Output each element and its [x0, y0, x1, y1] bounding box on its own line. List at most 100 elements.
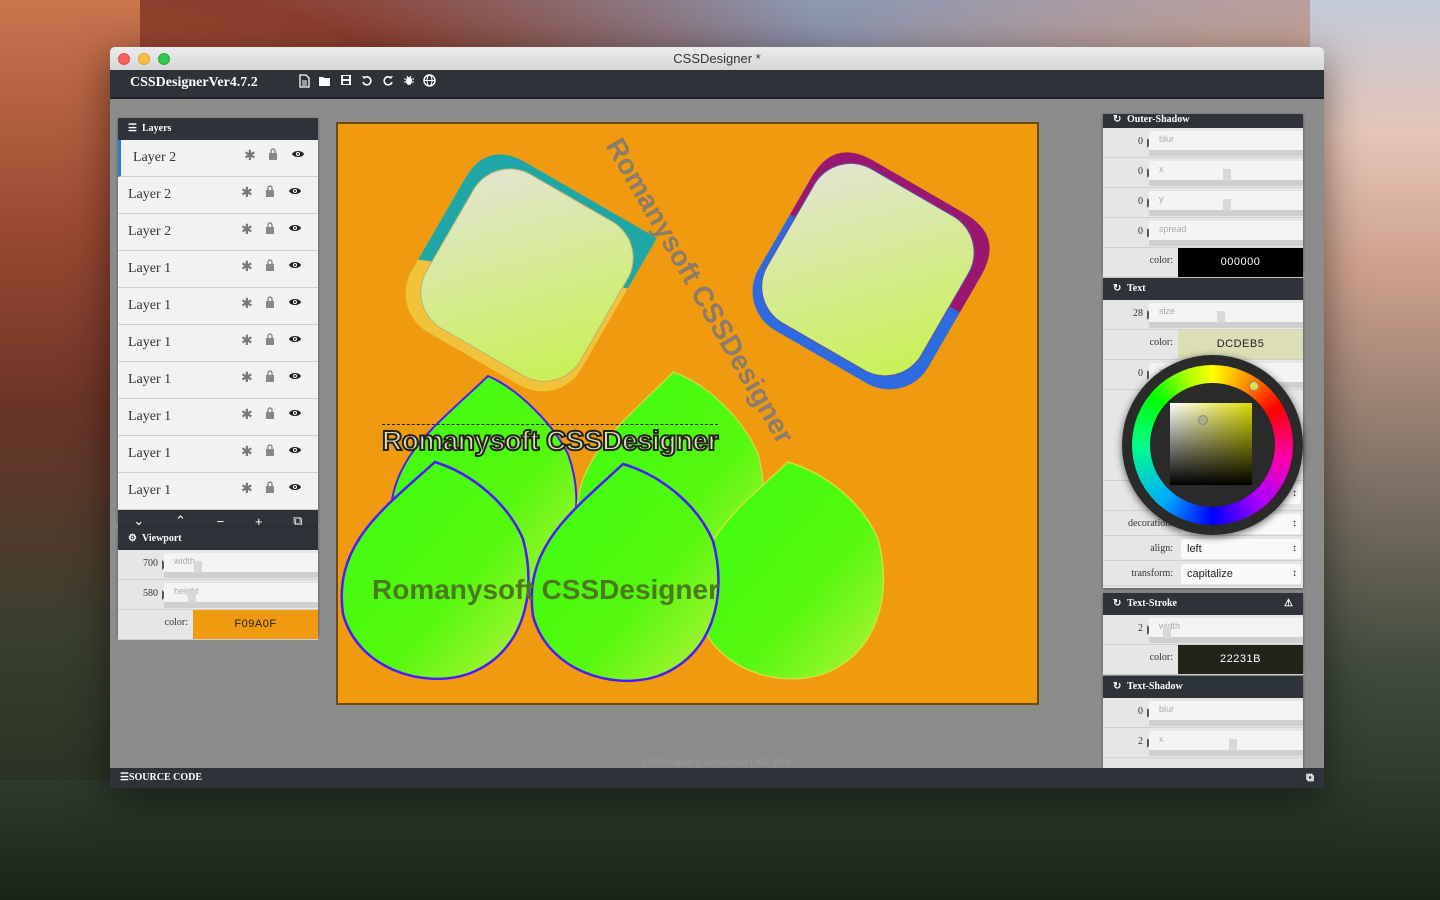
layer-row[interactable]: Layer 1 ✱: [118, 251, 318, 288]
slider-thumb[interactable]: [194, 561, 202, 573]
eye-icon[interactable]: [288, 222, 302, 238]
shadow-blur-slider[interactable]: blur: [1149, 131, 1303, 156]
eye-icon[interactable]: [288, 333, 302, 349]
lock-icon[interactable]: [265, 370, 275, 387]
layer-name: Layer 1: [128, 409, 172, 424]
open-folder-icon[interactable]: [317, 74, 332, 90]
saturation-handle[interactable]: [1198, 415, 1208, 425]
lock-icon[interactable]: [268, 148, 278, 165]
layer-row[interactable]: Layer 1 ✱: [118, 325, 318, 362]
reset-icon[interactable]: ↻: [1113, 593, 1127, 615]
eye-icon[interactable]: [291, 148, 305, 164]
lock-icon[interactable]: [265, 222, 275, 239]
lock-icon[interactable]: [265, 407, 275, 424]
asterisk-icon[interactable]: ✱: [241, 370, 253, 387]
globe-icon[interactable]: [422, 74, 437, 90]
shadow-color-swatch[interactable]: 000000: [1178, 248, 1303, 277]
stroke-width-value: 2: [1138, 623, 1143, 634]
reset-icon[interactable]: ↻: [1113, 114, 1127, 126]
eye-icon[interactable]: [288, 185, 302, 201]
eye-icon[interactable]: [288, 444, 302, 460]
eye-icon[interactable]: [288, 296, 302, 312]
eye-icon[interactable]: [288, 259, 302, 275]
text-shadow-blur-slider[interactable]: blur: [1149, 701, 1303, 726]
blur-label: blur: [1159, 704, 1175, 714]
duplicate-layer-icon[interactable]: ⧉: [293, 513, 302, 529]
transform-select[interactable]: capitalize: [1181, 564, 1301, 584]
layer-row[interactable]: Layer 2 ✱: [118, 214, 318, 251]
color-picker-popup[interactable]: [1122, 355, 1303, 535]
reset-icon[interactable]: ↻: [1113, 676, 1127, 698]
viewport-height-slider[interactable]: height: [164, 583, 318, 608]
lock-icon[interactable]: [265, 185, 275, 202]
slider-thumb[interactable]: [1229, 739, 1237, 751]
redo-icon[interactable]: [380, 74, 395, 90]
stroke-color-swatch[interactable]: 22231B: [1178, 645, 1303, 674]
text-shadow-header: ↻ Text-Shadow: [1103, 676, 1303, 698]
text-shadow-x-slider[interactable]: x: [1149, 731, 1303, 756]
layer-row[interactable]: Layer 1 ✱: [118, 362, 318, 399]
color-label: color:: [164, 617, 188, 628]
add-layer-icon[interactable]: +: [255, 514, 263, 529]
save-icon[interactable]: [338, 74, 353, 90]
layer-row[interactable]: Layer 1 ✱: [118, 399, 318, 436]
slider-thumb[interactable]: [188, 591, 196, 603]
lock-icon[interactable]: [265, 333, 275, 350]
viewport-color-swatch[interactable]: F09A0F: [193, 610, 318, 639]
lock-icon[interactable]: [265, 444, 275, 461]
reset-icon[interactable]: ↻: [1113, 278, 1127, 300]
selected-text-layer[interactable]: Romanysoft CSSDesigner: [381, 424, 719, 457]
viewport-width-slider[interactable]: width: [164, 553, 318, 578]
slider-thumb[interactable]: [1223, 169, 1231, 181]
slider-thumb[interactable]: [1217, 311, 1225, 323]
source-code-bar[interactable]: ☰SOURCE CODE ⧉: [110, 768, 1324, 788]
remove-layer-icon[interactable]: −: [217, 514, 225, 529]
layer-row[interactable]: Layer 1 ✱: [118, 436, 318, 473]
move-up-icon[interactable]: ⌃: [175, 513, 186, 529]
slider-thumb[interactable]: [1163, 626, 1171, 638]
text-size-slider[interactable]: size: [1149, 303, 1303, 328]
y-value: 0: [1138, 196, 1143, 207]
hue-handle[interactable]: [1249, 381, 1259, 391]
undo-icon[interactable]: [359, 74, 374, 90]
text-color-swatch[interactable]: DCDEB5: [1178, 330, 1303, 359]
design-canvas[interactable]: Romanysoft CSSDesigner Romanysoft CSSDes…: [336, 122, 1039, 705]
titlebar: CSSDesigner *: [110, 47, 1324, 71]
eye-icon[interactable]: [288, 481, 302, 497]
layer-row[interactable]: Layer 1 ✱: [118, 473, 318, 510]
stroke-width-slider[interactable]: width: [1149, 618, 1303, 643]
shadow-x-slider[interactable]: x: [1149, 161, 1303, 186]
eye-icon[interactable]: [288, 407, 302, 423]
main-text-layer[interactable]: Romanysoft CSSDesigner: [372, 574, 719, 606]
bug-icon[interactable]: [401, 74, 416, 90]
lock-icon[interactable]: [265, 296, 275, 313]
new-file-icon[interactable]: [296, 74, 311, 90]
drop-shapes[interactable]: [340, 371, 885, 683]
asterisk-icon[interactable]: ✱: [241, 333, 253, 350]
eye-icon[interactable]: [288, 370, 302, 386]
asterisk-icon[interactable]: ✱: [241, 259, 253, 276]
asterisk-icon[interactable]: ✱: [241, 407, 253, 424]
shadow-y-slider[interactable]: y: [1149, 191, 1303, 216]
align-select[interactable]: left: [1181, 539, 1301, 559]
copy-icon[interactable]: ⧉: [1306, 768, 1314, 788]
lock-icon[interactable]: [265, 259, 275, 276]
asterisk-icon[interactable]: ✱: [241, 222, 253, 239]
lock-icon[interactable]: [265, 481, 275, 498]
move-down-icon[interactable]: ⌄: [133, 513, 144, 529]
asterisk-icon[interactable]: ✱: [244, 148, 256, 165]
saturation-square[interactable]: [1170, 403, 1252, 485]
asterisk-icon[interactable]: ✱: [241, 296, 253, 313]
layer-row[interactable]: Layer 1 ✱: [118, 288, 318, 325]
asterisk-icon[interactable]: ✱: [241, 185, 253, 202]
layers-panel: ☰ Layers Layer 2 ✱ Layer 2 ✱ Layer 2 ✱ Layer 1 ✱…: [118, 118, 318, 532]
layer-row[interactable]: Layer 2 ✱: [118, 140, 318, 177]
app-toolbar: CSSDesignerVer4.7.2: [110, 70, 1324, 99]
slider-thumb[interactable]: [1223, 199, 1231, 211]
shadow-spread-slider[interactable]: spread: [1149, 221, 1303, 246]
asterisk-icon[interactable]: ✱: [241, 481, 253, 498]
viewport-width-value: 700: [143, 558, 158, 569]
right-square-shape[interactable]: [736, 138, 1004, 406]
asterisk-icon[interactable]: ✱: [241, 444, 253, 461]
layer-row[interactable]: Layer 2 ✱: [118, 177, 318, 214]
